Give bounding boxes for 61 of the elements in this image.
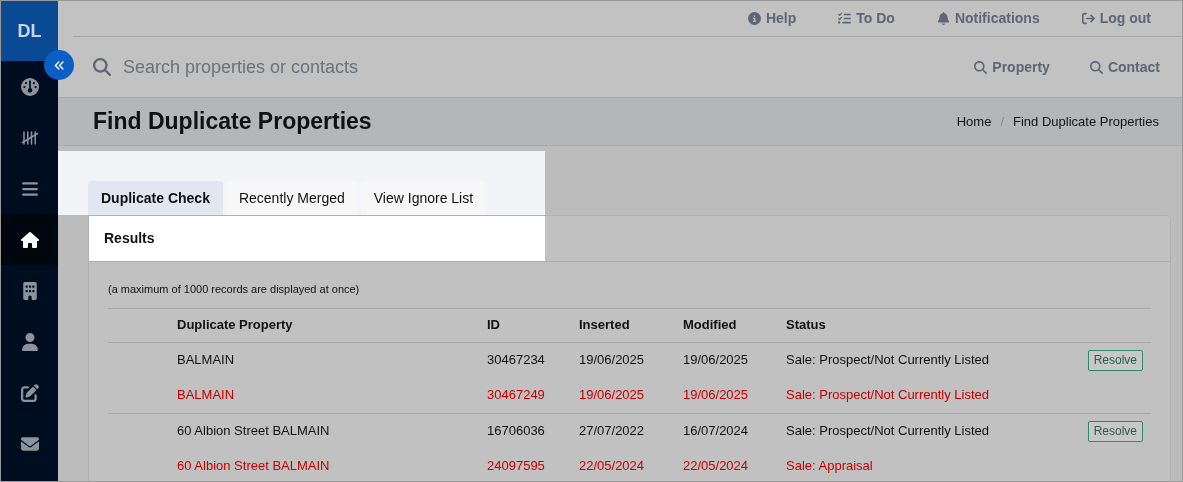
brand-logo[interactable]: DL xyxy=(1,1,58,61)
top-link[interactable]: Notifications xyxy=(936,8,1040,29)
sidebar-item[interactable] xyxy=(1,214,58,265)
search-icon xyxy=(93,58,111,76)
top-link[interactable]: Help xyxy=(747,8,797,29)
table-cell-text: Sale: Prospect/Not Currently Listed xyxy=(786,351,991,370)
table-cell-text: 19/06/2025 xyxy=(579,386,646,405)
table-cell-text: 19/06/2025 xyxy=(579,351,646,370)
table-cell-text: 16706036 xyxy=(487,422,546,441)
column-header: Duplicate Property xyxy=(177,316,294,335)
tab[interactable]: View Ignore List xyxy=(360,181,487,215)
envelope-icon xyxy=(20,434,39,453)
info-icon xyxy=(747,12,761,25)
double-chevron-icon xyxy=(53,59,65,71)
checklist-icon xyxy=(838,12,852,25)
resolve-button[interactable]: Resolve xyxy=(1087,420,1143,442)
search-icon xyxy=(974,60,988,74)
breadcrumb-link[interactable]: Find Duplicate Properties xyxy=(1013,111,1159,132)
edit-icon xyxy=(20,383,39,402)
top-link[interactable]: Log out xyxy=(1081,8,1151,29)
column-header: Status xyxy=(786,316,827,335)
card-title: Results xyxy=(104,229,155,248)
column-header: Modified xyxy=(683,316,738,335)
breadcrumb-separator: / xyxy=(1000,112,1005,131)
resolve-button[interactable]: Resolve xyxy=(1087,349,1143,371)
table-cell-text: BALMAIN xyxy=(177,351,236,370)
table-cell-text: 60 Albion Street BALMAIN xyxy=(177,457,331,476)
tally-icon xyxy=(20,128,39,147)
table-cell-text: 22/05/2024 xyxy=(579,457,646,476)
page-title: Find Duplicate Properties xyxy=(93,107,372,137)
tab[interactable]: Recently Merged xyxy=(225,181,358,215)
gauge-icon xyxy=(20,77,39,96)
menu-icon xyxy=(20,179,39,198)
table-cell-text: BALMAIN xyxy=(177,386,236,405)
column-header: ID xyxy=(487,316,501,335)
table-cell-text: 30467249 xyxy=(487,386,546,405)
table-cell-text: 19/06/2025 xyxy=(683,386,750,405)
table-cell-text: 22/05/2024 xyxy=(683,457,750,476)
bell-icon xyxy=(936,12,950,25)
logout-icon xyxy=(1081,12,1095,25)
user-icon xyxy=(20,332,39,351)
table-cell-text: 16/07/2024 xyxy=(683,422,750,441)
table-cell-text: Sale: Prospect/Not Currently Listed xyxy=(786,386,991,405)
table-cell-text: 60 Albion Street BALMAIN xyxy=(177,422,331,441)
tab[interactable]: Duplicate Check xyxy=(88,181,223,215)
search-type-button[interactable]: Property xyxy=(974,56,1050,78)
column-header: Inserted xyxy=(579,316,631,335)
search-type-button[interactable]: Contact xyxy=(1089,56,1160,78)
table-cell-text: 30467234 xyxy=(487,351,546,370)
breadcrumb-link[interactable]: Home xyxy=(956,111,992,132)
table-cell-text: 19/06/2025 xyxy=(683,351,750,370)
records-note: (a maximum of 1000 records are displayed at once) xyxy=(108,282,361,297)
building-icon xyxy=(20,281,39,300)
table-cell-text: 24097595 xyxy=(487,457,546,476)
table-cell-text: Sale: Appraisal xyxy=(786,457,874,476)
home-icon xyxy=(20,230,39,249)
search-icon xyxy=(1089,60,1103,74)
table-cell-text: Sale: Prospect/Not Currently Listed xyxy=(786,422,991,441)
top-link[interactable]: To Do xyxy=(838,8,895,29)
search-field[interactable]: Search properties or contacts xyxy=(123,53,975,81)
table-cell-text: 27/07/2022 xyxy=(579,422,646,441)
